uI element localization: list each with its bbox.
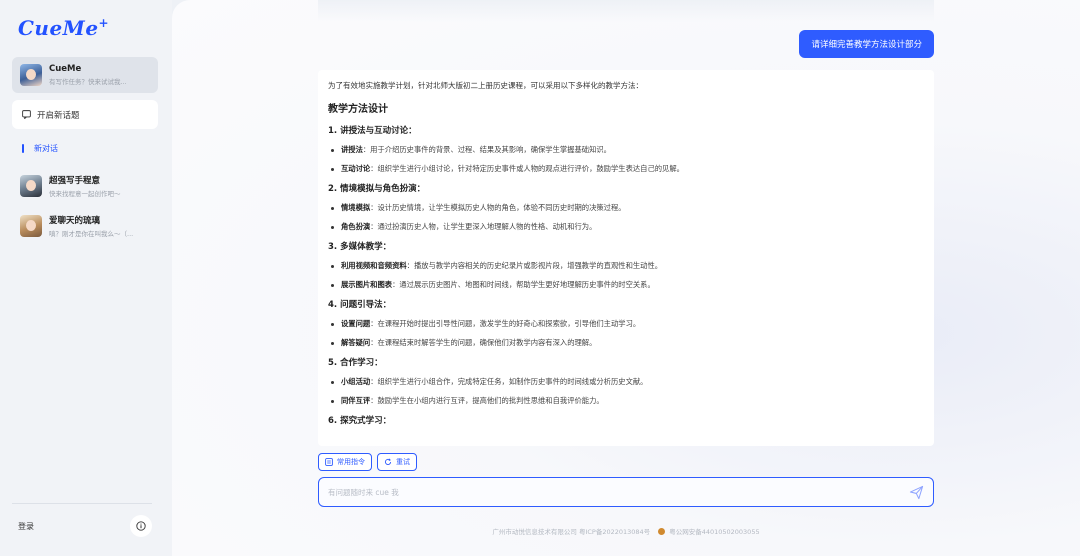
top-fade [318,0,934,22]
user-message-bubble: 请详细完善教学方法设计部分 [799,30,934,58]
bot-subtitle: 有写作任务？快来试试我... [49,78,127,86]
list-item: 利用视频和音频资料：播放与教学内容相关的历史纪录片或影视片段，增强教学的直观性和… [328,260,924,272]
police-badge-icon [658,527,666,535]
common-commands-label: 常用指令 [337,458,365,466]
new-topic-label: 开启新话题 [37,110,80,121]
active-indicator [22,144,24,153]
section-title: 4. 问题引导法： [328,300,392,310]
answer-intro: 为了有效地实施教学计划，针对北师大版初二上册历史课程，可以采用以下多样化的教学方… [328,81,643,90]
icp-record[interactable]: 广州市动悦信息技术有限公司 粤ICP备2022013084号 [492,526,650,536]
new-topic-button[interactable]: 开启新话题 [12,100,158,129]
new-topic-icon [22,110,31,119]
bot-name: 爱聊天的琉璃 [49,216,101,226]
avatar [20,64,42,86]
answer-heading: 教学方法设计 [328,104,388,115]
section-title: 2. 情境模拟与角色扮演： [328,184,426,194]
new-chat-label: 新对话 [34,144,58,153]
bot-name: CueMe [49,64,82,74]
login-link[interactable]: 登录 [18,521,34,532]
retry-label: 重试 [396,458,410,466]
section-title: 1. 讲授法与互动讨论： [328,126,417,136]
retry-button[interactable]: 重试 [377,453,417,471]
message-input[interactable] [328,487,888,497]
list-item: 讲授法：用于介绍历史事件的背景、过程、结果及其影响，确保学生掌握基础知识。 [328,144,924,156]
avatar [20,175,42,197]
message-input-box [318,477,934,507]
bot-name: 超强写手程意 [49,176,101,186]
assistant-answer: 为了有效地实施教学计划，针对北师大版初二上册历史课程，可以采用以下多样化的教学方… [318,70,934,446]
new-chat-item[interactable]: 新对话 [22,143,58,154]
command-icon [325,458,333,466]
list-item: 同伴互评：鼓励学生在小组内进行互评，提高他们的批判性思维和自我评价能力。 [328,395,924,407]
list-item: 设置问题：在课程开始时提出引导性问题，激发学生的好奇心和探索欲，引导他们主动学习… [328,318,924,330]
refresh-icon [384,458,392,466]
list-item: 情境模拟：设计历史情境，让学生模拟历史人物的角色，体验不同历史时期的决策过程。 [328,202,924,214]
info-icon [136,521,146,531]
section-title: 3. 多媒体教学： [328,242,392,252]
list-item: 角色扮演：通过扮演历史人物，让学生更深入地理解人物的性格、动机和行为。 [328,221,924,233]
common-commands-button[interactable]: 常用指令 [318,453,372,471]
footer: 广州市动悦信息技术有限公司 粤ICP备2022013084号 粤公网安备4401… [318,526,934,536]
bot-card-writer[interactable]: 超强写手程意 快来找程意一起创作吧～ [12,172,158,200]
police-record[interactable]: 粤公网安备44010502003055 [669,526,759,536]
section-title: 5. 合作学习： [328,358,383,368]
section-title: 6. 探究式学习： [328,416,392,426]
list-item: 展示图片和图表：通过展示历史图片、地图和时间线，帮助学生更好地理解历史事件的时空… [328,279,924,291]
info-button[interactable] [130,515,152,537]
bot-subtitle: 快来找程意一起创作吧～ [49,190,121,198]
avatar [20,215,42,237]
bot-card-cueme[interactable]: CueMe 有写作任务？快来试试我... [12,57,158,93]
bot-subtitle: 嗔？刚才是你在叫我么～（... [49,230,134,238]
list-item: 小组活动：组织学生进行小组合作，完成特定任务，如制作历史事件的时间线或分析历史文… [328,376,924,388]
quick-actions: 常用指令 重试 [318,453,417,471]
bot-card-liuli[interactable]: 爱聊天的琉璃 嗔？刚才是你在叫我么～（... [12,212,158,240]
list-item: 互动讨论：组织学生进行小组讨论，针对特定历史事件或人物的观点进行评价，鼓励学生表… [328,163,924,175]
send-icon[interactable] [909,485,924,500]
divider [12,503,152,504]
app-logo[interactable]: CueMe+ [18,16,109,40]
list-item: 解答疑问：在课程结束时解答学生的问题，确保他们对教学内容有深入的理解。 [328,337,924,349]
sidebar: CueMe+ CueMe 有写作任务？快来试试我... 开启新话题 新对话 超强… [0,0,172,556]
